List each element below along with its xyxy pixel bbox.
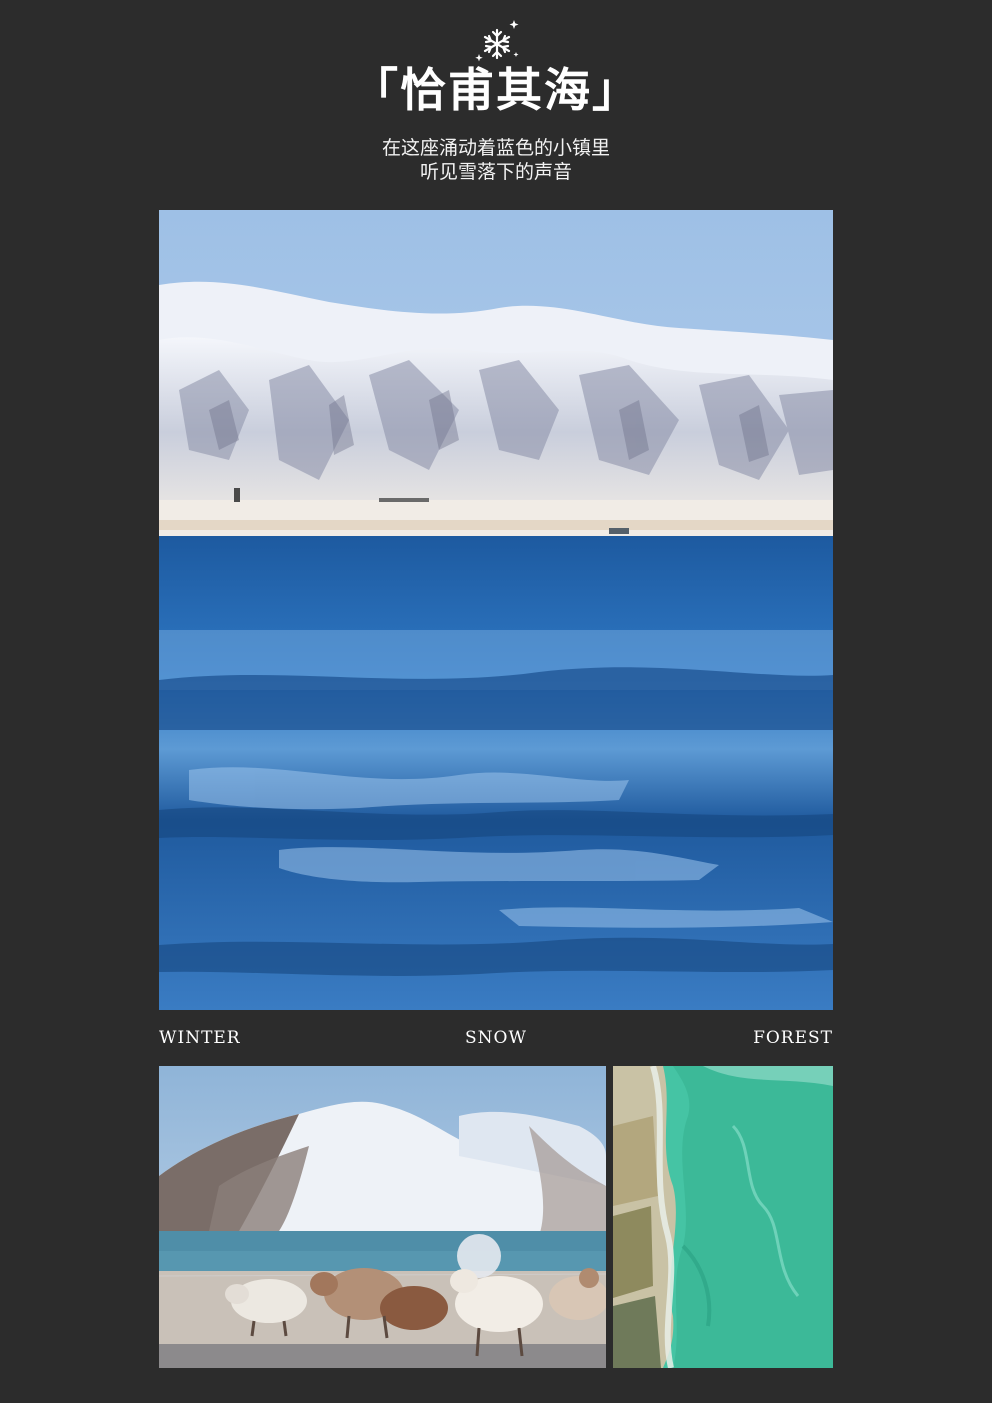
hero-photo-snowy-mountains-lake bbox=[159, 210, 833, 1010]
subtitle-line-1: 在这座涌动着蓝色的小镇里 bbox=[381, 137, 610, 159]
photo-aerial-turquoise-shore bbox=[613, 1066, 833, 1368]
subtitle-line-2: 听见雪落下的声音 bbox=[419, 161, 572, 183]
page-title: 「恰甫其海」 bbox=[352, 63, 640, 117]
label-forest: FOREST bbox=[753, 1028, 833, 1048]
category-label-row: WINTER SNOW FOREST bbox=[159, 1026, 833, 1050]
subtitle: 在这座涌动着蓝色的小镇里 听见雪落下的声音 bbox=[0, 136, 992, 184]
photo-sheep-by-lake bbox=[159, 1066, 606, 1368]
label-snow: SNOW bbox=[465, 1028, 527, 1048]
